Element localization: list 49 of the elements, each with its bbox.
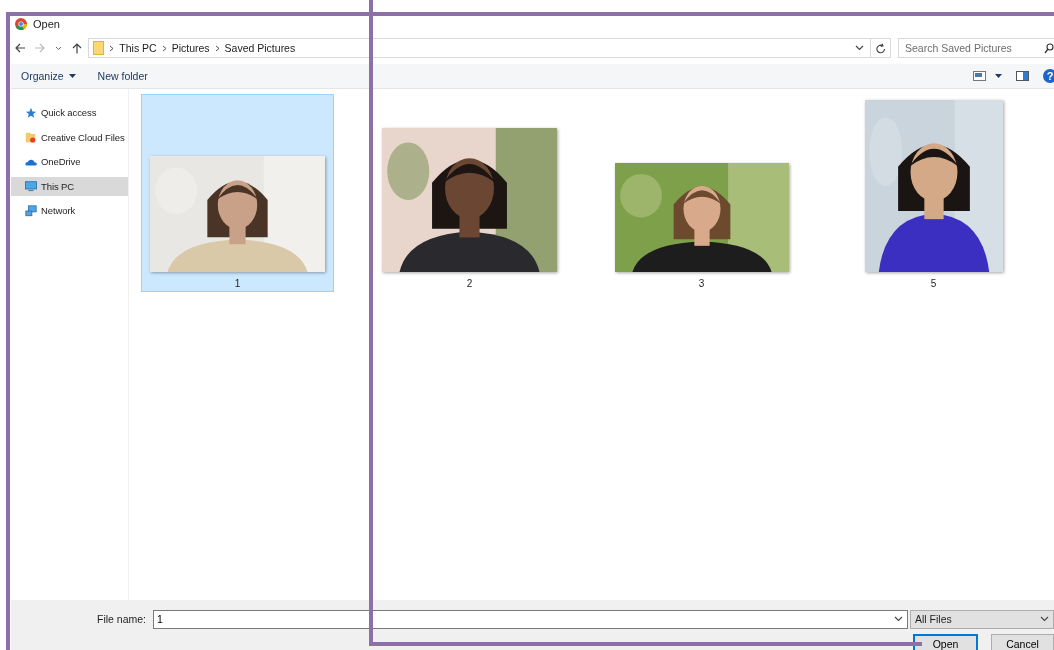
sidebar-item[interactable]: Creative Cloud Files (11, 127, 128, 147)
file-type-dropdown[interactable]: All Files (910, 609, 1054, 629)
file-name-field[interactable]: 1 (153, 609, 908, 629)
file-name: 3 (698, 278, 705, 289)
image-icon (973, 71, 986, 81)
star-icon (25, 106, 37, 119)
pane-icon (1016, 71, 1029, 81)
network-icon (25, 204, 37, 217)
sidebar-item[interactable]: OneDrive (11, 152, 128, 172)
address-bar[interactable]: This PC Pictures Saved Pictures (88, 38, 891, 58)
sidebar-item[interactable]: This PC (11, 176, 128, 196)
sidebar-item[interactable]: Quick access (11, 103, 128, 123)
file-name-label: File name: (96, 613, 146, 625)
view-button[interactable] (973, 69, 1002, 83)
file-tile[interactable]: 5 (837, 94, 1030, 292)
file-name: 5 (930, 278, 937, 289)
file-tile[interactable]: 1 (141, 94, 334, 292)
chevron-down-icon (1040, 616, 1049, 622)
chevron-icon (109, 44, 115, 52)
refresh-icon (875, 42, 886, 54)
up-arrow-icon (71, 42, 82, 54)
monitor-icon (25, 180, 37, 193)
new-folder-button[interactable]: New folder (97, 68, 148, 84)
dropdown-icon[interactable] (855, 45, 864, 51)
file-name: 1 (234, 278, 241, 289)
file-tile[interactable]: 2 (373, 94, 566, 292)
caret-icon (995, 74, 1002, 78)
organize-button[interactable]: Organize (21, 68, 76, 84)
search-field[interactable]: Search Saved Pictures (898, 38, 1054, 58)
chevron-icon (161, 44, 167, 52)
browser-icon (15, 18, 27, 30)
forward-arrow-icon (33, 43, 45, 53)
chevron-down-icon (54, 45, 62, 51)
breadcrumb[interactable]: This PC (119, 42, 157, 54)
help-button[interactable]: ? (1043, 69, 1054, 83)
open-button[interactable]: Open (913, 634, 978, 650)
breadcrumb[interactable]: Pictures (171, 42, 210, 54)
folder-icon (25, 131, 37, 144)
file-tile[interactable]: 3 (605, 94, 798, 292)
folder-icon (93, 41, 105, 55)
preview-pane-button[interactable] (1016, 69, 1029, 83)
chevron-icon (214, 44, 220, 52)
back-arrow-icon (14, 43, 26, 53)
cancel-button[interactable]: Cancel (991, 634, 1054, 650)
caret-icon (68, 74, 76, 78)
file-name: 2 (466, 278, 473, 289)
sidebar-item[interactable]: Network (11, 201, 128, 221)
window-title: Open (33, 18, 60, 30)
breadcrumb[interactable]: Saved Pictures (224, 42, 296, 54)
